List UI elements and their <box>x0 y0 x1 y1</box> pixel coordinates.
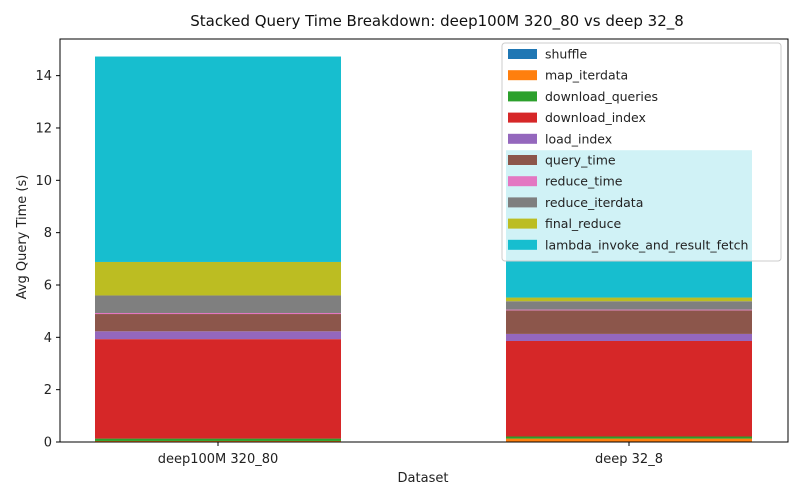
legend-swatch-map_iterdata <box>508 70 537 81</box>
legend-swatch-load_index <box>508 133 537 144</box>
x-axis: deep100M 320_80 deep 32_8 <box>158 442 663 467</box>
y-axis-title: Avg Query Time (s) <box>15 175 30 300</box>
bar-segment-reduce_time-0 <box>95 312 341 315</box>
y-tick-label: 6 <box>44 278 52 293</box>
bar-segment-query_time-0 <box>95 314 341 332</box>
bar-segment-final_reduce-1 <box>506 297 752 302</box>
bar-segment-query_time-1 <box>506 310 752 334</box>
legend: shuffle map_iterdata download_queriesdownl… <box>501 42 782 262</box>
legend-label-download_queries: download_queries <box>545 89 658 104</box>
y-tick-label: 14 <box>35 69 52 84</box>
bar-segment-load_index-1 <box>506 333 752 341</box>
x-tick-label: deep 32_8 <box>595 452 663 467</box>
legend-swatch-download_index <box>508 112 537 123</box>
chart: Stacked Query Time Breakdown: deep100M 3… <box>15 12 789 486</box>
bar-segment-lambda_invoke_and_result_fetch-0 <box>95 56 341 262</box>
bar-segment-download_index-1 <box>506 340 752 437</box>
legend-box <box>501 42 782 262</box>
y-axis: 0 2 4 6 8 10 12 14 <box>35 69 60 451</box>
y-tick-label: 8 <box>44 226 52 241</box>
legend-label-query_time: query_time <box>545 153 616 168</box>
legend-label-load_index: load_index <box>545 131 612 146</box>
legend-swatch-download_queries <box>508 91 537 102</box>
y-tick-label: 10 <box>35 174 52 189</box>
legend-label-map_iterdata: map_iterdata <box>545 68 628 83</box>
x-axis-title: Dataset <box>398 471 449 486</box>
legend-label-reduce_iterdata: reduce_iterdata <box>545 195 643 210</box>
legend-swatch-query_time <box>508 155 537 165</box>
bar-segment-map_iterdata-1 <box>506 438 752 442</box>
legend-label-final_reduce: final_reduce <box>545 216 621 231</box>
bar-segment-load_index-0 <box>95 331 341 340</box>
bar-segment-download_queries-0 <box>95 438 341 441</box>
y-tick-label: 0 <box>44 436 52 451</box>
legend-swatch-shuffle <box>508 49 537 59</box>
legend-label-download_index: download_index <box>545 110 646 125</box>
legend-swatch-reduce_iterdata <box>508 197 537 208</box>
y-tick-label: 12 <box>35 121 52 136</box>
bar-segment-download_index-0 <box>95 339 341 439</box>
bar-segment-reduce_iterdata-0 <box>95 295 341 313</box>
bar-segment-download_queries-1 <box>506 436 752 439</box>
legend-swatch-final_reduce <box>508 218 537 229</box>
legend-label-shuffle: shuffle <box>545 47 587 62</box>
legend-label-reduce_time: reduce_time <box>545 174 623 189</box>
chart-title: Stacked Query Time Breakdown: deep100M 3… <box>190 12 684 31</box>
y-tick-label: 4 <box>44 331 52 346</box>
bar-segment-final_reduce-0 <box>95 261 341 296</box>
legend-label-lambda_invoke_and_result_fetch: lambda_invoke_and_result_fetch <box>545 237 748 252</box>
y-tick-label: 2 <box>44 383 52 398</box>
bar-segment-reduce_iterdata-1 <box>506 301 752 310</box>
bar-segment-reduce_time-1 <box>506 309 752 311</box>
legend-swatch-reduce_time <box>508 176 537 187</box>
x-tick-label: deep100M 320_80 <box>158 452 279 467</box>
legend-swatch-lambda_invoke_and_result_fetch <box>508 239 537 250</box>
